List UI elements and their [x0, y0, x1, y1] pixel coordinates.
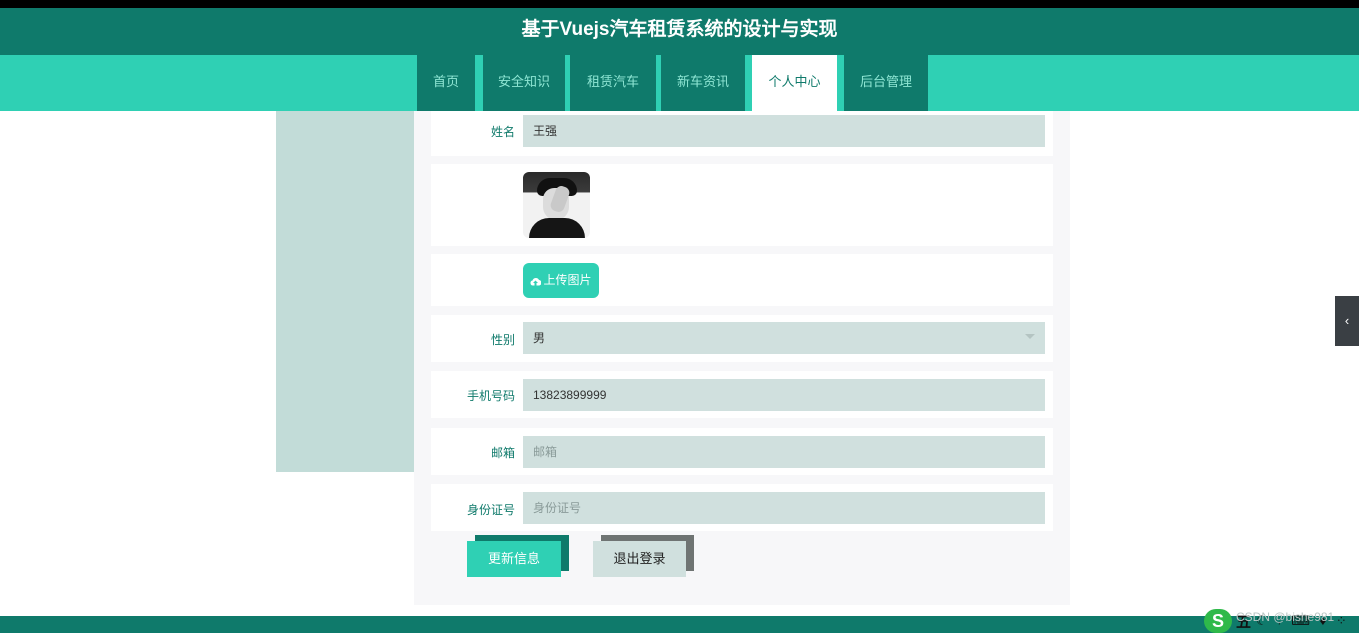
avatar	[523, 172, 590, 238]
page-title: 基于Vuejs汽车租赁系统的设计与实现	[0, 8, 1359, 55]
form-row-phone: 手机号码	[431, 371, 1053, 418]
nav-item-rent-car[interactable]: 租赁汽车	[570, 55, 656, 111]
footer-bar	[0, 616, 1359, 633]
logout-button[interactable]: 退出登录	[593, 541, 686, 577]
chevron-left-icon: ‹	[1344, 313, 1350, 328]
cloud-upload-icon	[530, 278, 542, 286]
gender-selected-value: 男	[533, 331, 546, 345]
form-row-avatar	[431, 164, 1053, 246]
upload-image-button[interactable]: 上传图片	[523, 263, 599, 298]
id-card-label: 身份证号	[466, 503, 515, 517]
window-top-edge	[0, 0, 1359, 8]
form-row-upload: 上传图片	[431, 254, 1053, 306]
nav-item-safety-knowledge[interactable]: 安全知识	[483, 55, 565, 111]
nav-item-home[interactable]: 首页	[417, 55, 475, 111]
watermark: CSDN @bishe981	[1236, 610, 1335, 624]
upload-image-label: 上传图片	[543, 273, 592, 287]
update-info-button[interactable]: 更新信息	[467, 541, 561, 577]
id-card-input[interactable]	[523, 492, 1045, 524]
chevron-down-icon	[1025, 334, 1035, 339]
ime-logo-icon: S	[1204, 609, 1232, 633]
gender-select[interactable]: 男	[523, 322, 1045, 354]
email-label: 邮箱	[490, 446, 515, 460]
form-row-id-card: 身份证号	[431, 484, 1053, 531]
phone-input[interactable]	[523, 379, 1045, 411]
form-row-name: 姓名	[431, 111, 1053, 156]
phone-label: 手机号码	[466, 389, 515, 403]
name-input[interactable]	[523, 115, 1045, 147]
nav-item-car-news[interactable]: 新车资讯	[661, 55, 745, 111]
gender-label: 性别	[490, 333, 515, 347]
form-row-gender: 性别 男	[431, 315, 1053, 362]
form-row-email: 邮箱	[431, 428, 1053, 475]
email-input[interactable]	[523, 436, 1045, 468]
name-label: 姓名	[490, 125, 515, 139]
nav-item-personal-center[interactable]: 个人中心	[752, 55, 837, 111]
sidebar-panel	[276, 111, 414, 472]
nav-item-admin[interactable]: 后台管理	[844, 55, 928, 111]
side-toggle-button[interactable]: ‹	[1335, 296, 1359, 346]
